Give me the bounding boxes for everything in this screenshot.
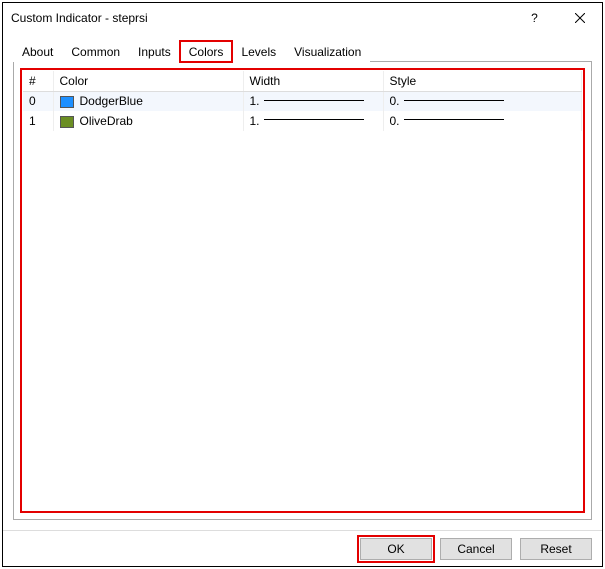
cancel-button[interactable]: Cancel [440, 538, 512, 560]
col-header-style[interactable]: Style [383, 71, 582, 91]
tab-common[interactable]: Common [62, 41, 129, 62]
table-header-row: # Color Width Style [23, 71, 582, 91]
table-row[interactable]: 1 OliveDrab 1. 0. [23, 111, 582, 131]
col-header-width[interactable]: Width [243, 71, 383, 91]
table-row[interactable]: 0 DodgerBlue 1. 0. [23, 91, 582, 111]
window-title: Custom Indicator - steprsi [11, 11, 512, 25]
tab-strip: About Common Inputs Colors Levels Visual… [13, 39, 592, 61]
close-button[interactable] [557, 3, 602, 33]
tab-levels[interactable]: Levels [232, 41, 285, 62]
cell-style[interactable]: 0. [383, 91, 582, 111]
col-header-index[interactable]: # [23, 71, 53, 91]
dialog-window: Custom Indicator - steprsi ? About Commo… [2, 2, 603, 567]
dialog-footer: OK Cancel Reset [3, 530, 602, 566]
color-name: OliveDrab [80, 114, 133, 128]
cell-width[interactable]: 1. [243, 91, 383, 111]
tab-colors[interactable]: Colors [180, 41, 233, 62]
tab-panel-colors: # Color Width Style 0 DodgerBlue 1. [13, 61, 592, 520]
client-area: About Common Inputs Colors Levels Visual… [3, 33, 602, 530]
colors-table-area: # Color Width Style 0 DodgerBlue 1. [20, 68, 585, 513]
line-style-sample [404, 100, 504, 101]
col-header-color[interactable]: Color [53, 71, 243, 91]
line-width-sample [264, 119, 364, 120]
cell-color[interactable]: DodgerBlue [53, 91, 243, 111]
line-width-sample [264, 100, 364, 101]
reset-button[interactable]: Reset [520, 538, 592, 560]
help-button[interactable]: ? [512, 3, 557, 33]
cell-index: 0 [23, 91, 53, 111]
color-swatch [60, 96, 74, 108]
cell-style[interactable]: 0. [383, 111, 582, 131]
cell-width[interactable]: 1. [243, 111, 383, 131]
tab-about[interactable]: About [13, 41, 62, 62]
color-name: DodgerBlue [80, 94, 143, 108]
colors-table[interactable]: # Color Width Style 0 DodgerBlue 1. [23, 71, 582, 131]
cell-index: 1 [23, 111, 53, 131]
ok-button[interactable]: OK [360, 538, 432, 560]
titlebar: Custom Indicator - steprsi ? [3, 3, 602, 33]
close-icon [575, 13, 585, 23]
cell-color[interactable]: OliveDrab [53, 111, 243, 131]
color-swatch [60, 116, 74, 128]
tab-visualization[interactable]: Visualization [285, 41, 370, 62]
tab-inputs[interactable]: Inputs [129, 41, 180, 62]
line-style-sample [404, 119, 504, 120]
